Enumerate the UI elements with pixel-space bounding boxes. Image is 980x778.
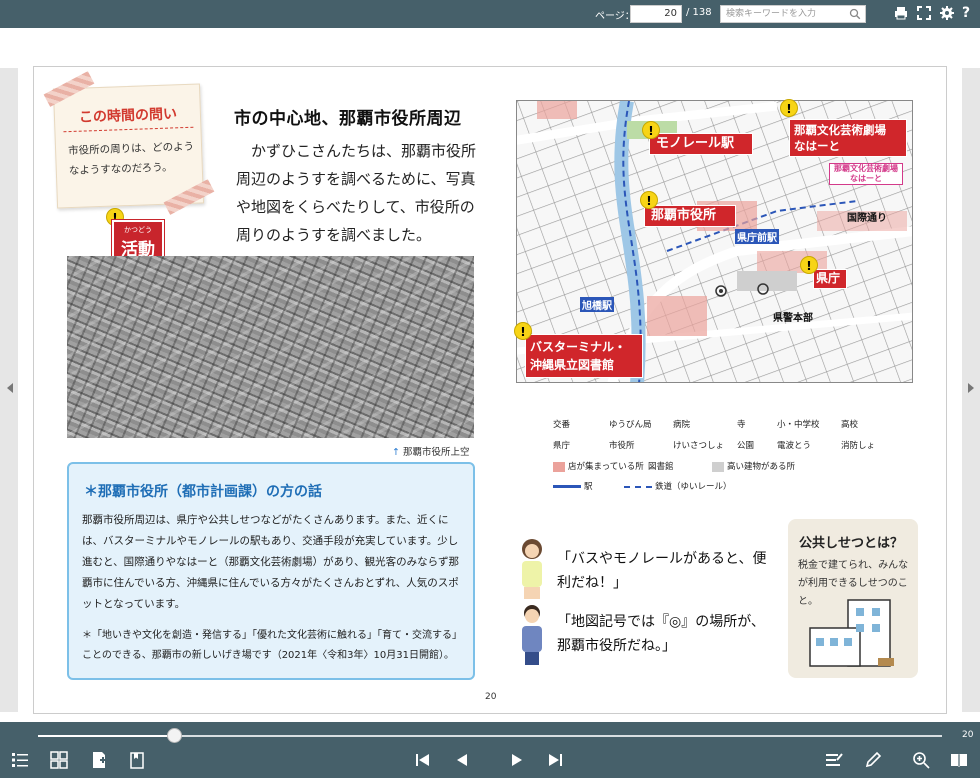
note-title: この時間の問い	[78, 106, 178, 126]
bookmark-list-icon[interactable]	[128, 751, 146, 769]
page-label: ページ：	[595, 11, 635, 22]
toc-icon[interactable]	[11, 751, 29, 769]
settings-icon[interactable]	[939, 5, 955, 21]
legend-shops: 店が集まっている所	[568, 462, 644, 472]
print-icon[interactable]	[893, 5, 909, 21]
building-illustration	[809, 599, 894, 667]
legend-row: 県庁 市役所 けいさつしょ 公園 電波とう 消防しょ	[553, 439, 875, 451]
legend-highschool: 高校	[841, 420, 859, 430]
legend-park: 公園	[737, 441, 755, 451]
intro-text: かずひこさんたちは、那覇市役所周辺のようすを調べるために、写真や地図をくらべたり…	[236, 142, 477, 244]
legend-koban: 交番	[553, 420, 571, 430]
page-slider-handle[interactable]	[167, 728, 182, 743]
interview-footnote: ＊「地いきや文化を創造・発信する」「優れた文化芸術に触れる」「育て・交流する」こ…	[82, 630, 462, 661]
page-number-input[interactable]: 20	[630, 5, 682, 23]
prev-page-icon[interactable]	[453, 751, 471, 769]
legend-pref-office: 県庁	[553, 441, 571, 451]
bookmark-add-icon[interactable]	[90, 751, 108, 769]
area-map: モノレール駅 那覇文化芸術劇場 なはーと 那覇市役所 県庁 バスターミナル・ 沖…	[516, 100, 913, 383]
aerial-photo-texture	[67, 256, 474, 438]
map-label-theater: 那覇文化芸術劇場 なはーと	[789, 119, 907, 157]
zoom-in-icon[interactable]	[912, 751, 930, 769]
map-text-kenchomae: 県庁前駅	[735, 229, 779, 244]
interview-body: 那覇市役所周辺は、県庁や公共しせつなどがたくさんあります。また、近くには、バスタ…	[82, 514, 459, 610]
exclamation-icon: !	[642, 121, 660, 139]
thumbnails-icon[interactable]	[50, 751, 68, 769]
map-text-police: 県警本部	[773, 313, 813, 324]
boy-illustration	[522, 605, 542, 665]
first-page-icon[interactable]	[414, 751, 432, 769]
spread-view-icon[interactable]	[950, 751, 968, 769]
next-page-side-icon[interactable]	[964, 380, 978, 396]
activity-ruby: かつどう	[124, 226, 152, 234]
section-heading: 市の中心地、那覇市役所周辺	[234, 109, 462, 129]
page-number: 20	[485, 692, 497, 702]
legend-school: 小・中学校	[777, 420, 820, 430]
girl-illustration	[522, 539, 542, 599]
slider-page-number: 20	[962, 730, 974, 740]
legend-swatch-shops	[553, 461, 565, 472]
legend-hospital: 病院	[673, 420, 691, 430]
question-note: この時間の問い 市役所の周りは、どのようなようすなのだろう。	[52, 83, 205, 209]
legend-library: 図書館	[648, 462, 674, 472]
map-label-monorail: モノレール駅	[649, 133, 753, 155]
note-divider	[63, 126, 194, 133]
bottom-toolbar	[0, 722, 980, 778]
search-input[interactable]: 検索キーワードを入力	[720, 5, 866, 23]
highlight-icon[interactable]	[825, 751, 843, 769]
note-body: 市役所の周りは、どのようなようすなのだろう。	[67, 140, 195, 178]
next-page-icon[interactable]	[508, 751, 526, 769]
legend-swatch-rail	[624, 485, 652, 488]
map-label-cityhall: 那覇市役所	[644, 205, 736, 227]
map-text-kokusai: 国際通り	[847, 213, 887, 224]
search-placeholder: 検索キーワードを入力	[726, 9, 817, 19]
legend-temple: 寺	[737, 420, 746, 430]
speech-bubble-girl: 「バスやモノレールがあると、便利だね！」	[557, 551, 767, 591]
legend-fire: 消防しょ	[841, 441, 876, 451]
photo-caption-text: 那覇市役所上空	[403, 447, 470, 458]
legend-row: 交番 ゆうびん局 病院 寺 小・中学校 高校	[553, 418, 858, 430]
exclamation-icon: !	[800, 256, 818, 274]
exclamation-icon: !	[780, 99, 798, 117]
map-label-pref: 県庁	[813, 269, 847, 289]
legend-police: けいさつしょ	[673, 441, 725, 451]
legend-row: 駅 鉄道（ゆいレール）	[553, 480, 732, 492]
legend-tower: 電波とう	[777, 441, 812, 451]
public-facility-title: 公共しせつとは？	[799, 536, 904, 551]
legend-swatch-buildings	[712, 461, 724, 472]
legend-rail: 鉄道（ゆいレール）	[655, 482, 732, 492]
search-icon[interactable]	[849, 8, 861, 20]
pen-icon[interactable]	[864, 751, 882, 769]
map-text-asahibashi: 旭橋駅	[580, 297, 614, 312]
exclamation-icon: !	[514, 322, 532, 340]
speech-bubble-boy: 「地図記号では『◎』の場所が、那覇市役所だね。」	[557, 614, 765, 654]
help-icon[interactable]: ?	[962, 5, 978, 21]
legend-swatch-station	[553, 485, 581, 488]
prev-page-side-icon[interactable]	[3, 380, 17, 396]
exclamation-icon: !	[640, 191, 658, 209]
legend-station: 駅	[584, 482, 593, 492]
map-label-bus: バスターミナル・ 沖縄県立図書館	[525, 334, 643, 378]
legend-city-hall: 市役所	[609, 441, 635, 451]
legend-buildings: 高い建物がある所	[727, 462, 796, 472]
legend-post: ゆうびん局	[609, 420, 652, 430]
photo-caption: ↑ 那覇市役所上空	[392, 444, 470, 458]
map-theater-sign: 那覇文化芸術劇場 なはーと	[829, 163, 903, 185]
page-slider-fill	[38, 735, 174, 737]
legend-row: 店が集まっている所 図書館 高い建物がある所	[553, 460, 795, 472]
last-page-icon[interactable]	[546, 751, 564, 769]
interview-title: ＊那覇市役所（都市計画課）の方の話	[84, 484, 322, 500]
arrow-up-icon: ↑	[392, 447, 400, 458]
page-total: / 138	[686, 7, 712, 18]
fullscreen-icon[interactable]	[916, 5, 932, 21]
